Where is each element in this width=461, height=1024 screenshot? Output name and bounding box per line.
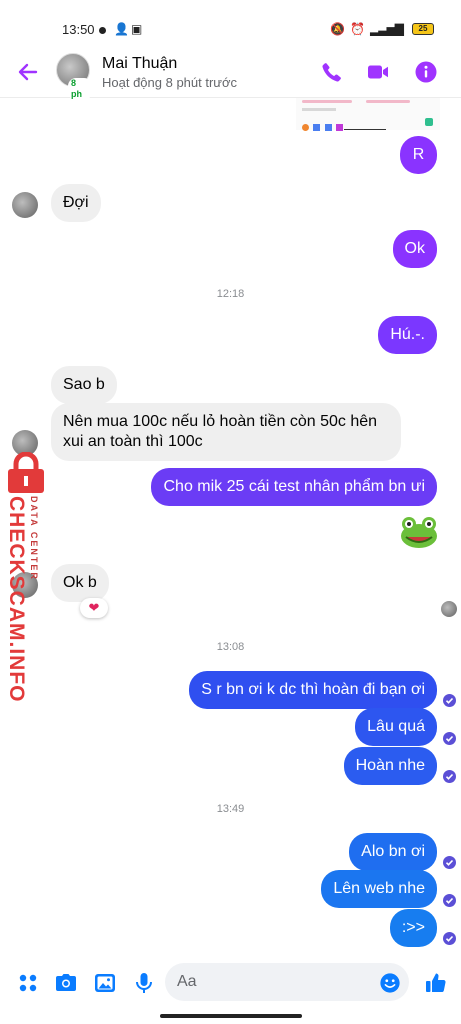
message-outgoing[interactable]: Hoàn nhe bbox=[343, 747, 437, 785]
message-composer bbox=[0, 960, 461, 1006]
message-incoming[interactable]: Đợi bbox=[51, 184, 101, 222]
apps-grid-icon[interactable] bbox=[16, 971, 40, 995]
image-detail bbox=[344, 129, 386, 130]
contact-avatar[interactable]: 8 ph bbox=[56, 53, 92, 100]
message-outgoing[interactable]: R bbox=[400, 136, 437, 174]
message-incoming-multiline[interactable]: Nên mua 100c nếu lỏ hoàn tiền còn 50c hê… bbox=[51, 403, 401, 461]
seen-avatar bbox=[441, 601, 457, 617]
timestamp-divider: 12:18 bbox=[216, 288, 245, 300]
wifi-icon: ◠ bbox=[393, 22, 404, 36]
delivered-check-icon bbox=[443, 694, 456, 707]
emoji-icon[interactable] bbox=[379, 972, 401, 994]
message-outgoing[interactable]: S r bn ơi k dc thì hoàn đi bạn ơi bbox=[189, 671, 437, 709]
notification-dot-icon bbox=[99, 27, 106, 34]
watermark-text: CHECKSCAM.INFO bbox=[5, 496, 28, 703]
message-list[interactable]: R Đợi Ok 12:18 Hú.-. Sao b Nên mua 100c … bbox=[0, 98, 461, 952]
heart-reaction-icon[interactable]: ❤ bbox=[80, 598, 108, 618]
delivered-check-icon bbox=[443, 856, 456, 869]
contact-name[interactable]: Mai Thuận bbox=[102, 55, 177, 73]
thumbs-up-icon[interactable] bbox=[424, 971, 448, 995]
image-detail bbox=[302, 108, 336, 111]
image-detail bbox=[302, 118, 354, 131]
message-outgoing[interactable]: Lên web nhe bbox=[321, 870, 437, 908]
battery-icon: 25 bbox=[412, 23, 434, 35]
message-outgoing[interactable]: Ok bbox=[392, 230, 437, 268]
back-arrow-icon[interactable] bbox=[16, 60, 40, 84]
person-icon: 👤 bbox=[114, 22, 129, 36]
image-detail bbox=[425, 118, 433, 126]
delivered-check-icon bbox=[443, 932, 456, 945]
delivered-check-icon bbox=[443, 770, 456, 783]
message-outgoing[interactable]: Hú.-. bbox=[378, 316, 437, 354]
alarm-icon: ⏰ bbox=[350, 22, 365, 36]
message-incoming[interactable]: Ok b bbox=[51, 564, 109, 602]
mute-icon: 🔕 bbox=[330, 22, 345, 36]
message-outgoing[interactable]: Alo bn ơi bbox=[349, 833, 437, 871]
media-icon: ▣ bbox=[131, 22, 143, 36]
timestamp-divider: 13:08 bbox=[216, 641, 245, 653]
timestamp-divider: 13:49 bbox=[216, 803, 245, 815]
frog-emoji-icon[interactable] bbox=[399, 514, 439, 550]
message-outgoing[interactable]: :>> bbox=[389, 909, 437, 947]
conversation-header: 8 ph Mai Thuận Hoạt động 8 phút trước bbox=[0, 48, 461, 100]
message-line: xui an toàn thì 100c bbox=[63, 433, 203, 450]
image-detail bbox=[302, 100, 352, 103]
watermark-subtext: DATA CENTER bbox=[29, 496, 39, 581]
gallery-icon[interactable] bbox=[93, 971, 117, 995]
watermark: CHECKSCAM.INFO DATA CENTER bbox=[0, 452, 56, 703]
status-bar: 13:50 👤 ▣ 🔕 ⏰ ▂▃▅▇ ◠ 25 bbox=[0, 0, 461, 52]
contact-status: Hoạt động 8 phút trước bbox=[102, 75, 238, 90]
video-call-icon[interactable] bbox=[366, 60, 390, 84]
message-outgoing[interactable]: Lâu quá bbox=[355, 708, 437, 746]
presence-badge: 8 ph bbox=[68, 78, 92, 100]
info-icon[interactable] bbox=[414, 60, 438, 84]
padlock-icon bbox=[8, 452, 44, 493]
message-incoming[interactable]: Sao b bbox=[51, 366, 117, 404]
status-time: 13:50 bbox=[62, 22, 95, 37]
message-input[interactable] bbox=[165, 963, 409, 1001]
sender-avatar bbox=[12, 192, 38, 218]
phone-call-icon[interactable] bbox=[320, 60, 344, 84]
home-indicator bbox=[160, 1014, 302, 1018]
delivered-check-icon bbox=[443, 732, 456, 745]
image-detail bbox=[366, 100, 410, 103]
message-line: Nên mua 100c nếu lỏ hoàn tiền còn 50c hê… bbox=[63, 413, 378, 430]
delivered-check-icon bbox=[443, 894, 456, 907]
message-outgoing[interactable]: Cho mik 25 cái test nhân phẩm bn ưi bbox=[151, 468, 437, 506]
microphone-icon[interactable] bbox=[132, 971, 156, 995]
camera-icon[interactable] bbox=[54, 971, 78, 995]
shared-image-attachment[interactable] bbox=[296, 98, 440, 131]
